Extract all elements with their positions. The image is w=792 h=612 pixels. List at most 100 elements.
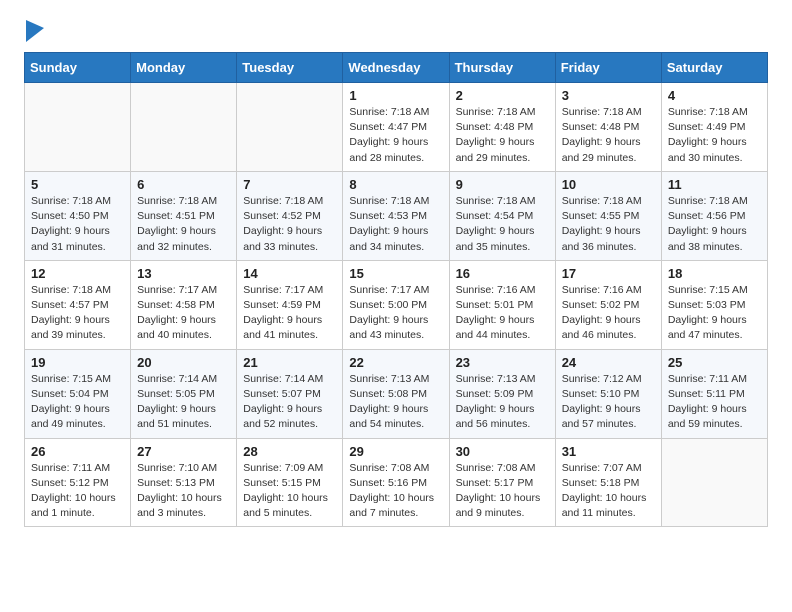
weekday-header: Wednesday: [343, 53, 449, 83]
day-info: Sunrise: 7:18 AM Sunset: 4:54 PM Dayligh…: [456, 194, 550, 255]
day-number: 4: [668, 88, 762, 103]
day-info: Sunrise: 7:15 AM Sunset: 5:03 PM Dayligh…: [668, 283, 762, 344]
day-info: Sunrise: 7:18 AM Sunset: 4:48 PM Dayligh…: [562, 105, 656, 166]
calendar-cell: 8Sunrise: 7:18 AM Sunset: 4:53 PM Daylig…: [343, 171, 449, 260]
day-number: 20: [137, 355, 231, 370]
day-number: 29: [349, 444, 443, 459]
calendar-week-row: 5 Sunrise: 7:18 AM Sunset: 4:50 PM Daylig…: [25, 171, 768, 260]
day-info: Sunrise: 7:11 AM Sunset: 5:12 PM Dayligh…: [31, 461, 125, 522]
calendar-cell: 27 Sunrise: 7:10 AM Sunset: 5:13 PM Dayli…: [131, 438, 237, 527]
day-number: 6: [137, 177, 231, 192]
day-info: Sunrise: 7:17 AM Sunset: 5:00 PM Dayligh…: [349, 283, 443, 344]
day-number: 25: [668, 355, 762, 370]
calendar-cell: 10 Sunrise: 7:18 AM Sunset: 4:55 PM Dayli…: [555, 171, 661, 260]
day-info: Sunrise: 7:18 AM Sunset: 4:50 PM Dayligh…: [31, 194, 125, 255]
weekday-header-row: SundayMondayTuesdayWednesdayThursdayFrid…: [25, 53, 768, 83]
day-number: 23: [456, 355, 550, 370]
calendar-cell: 31 Sunrise: 7:07 AM Sunset: 5:18 PM Dayli…: [555, 438, 661, 527]
day-info: Sunrise: 7:13 AM Sunset: 5:08 PM Dayligh…: [349, 372, 443, 433]
day-info: Sunrise: 7:13 AM Sunset: 5:09 PM Dayligh…: [456, 372, 550, 433]
day-info: Sunrise: 7:14 AM Sunset: 5:07 PM Dayligh…: [243, 372, 337, 433]
day-number: 17: [562, 266, 656, 281]
logo-icon: [26, 20, 44, 42]
day-number: 31: [562, 444, 656, 459]
calendar-cell: 23 Sunrise: 7:13 AM Sunset: 5:09 PM Dayli…: [449, 349, 555, 438]
day-number: 9: [456, 177, 550, 192]
calendar-cell: 17 Sunrise: 7:16 AM Sunset: 5:02 PM Dayli…: [555, 260, 661, 349]
calendar-cell: 13 Sunrise: 7:17 AM Sunset: 4:58 PM Dayli…: [131, 260, 237, 349]
day-info: Sunrise: 7:17 AM Sunset: 4:59 PM Dayligh…: [243, 283, 337, 344]
calendar-cell: 19Sunrise: 7:15 AM Sunset: 5:04 PM Dayli…: [25, 349, 131, 438]
calendar-cell: 5 Sunrise: 7:18 AM Sunset: 4:50 PM Daylig…: [25, 171, 131, 260]
day-info: Sunrise: 7:09 AM Sunset: 5:15 PM Dayligh…: [243, 461, 337, 522]
day-info: Sunrise: 7:08 AM Sunset: 5:17 PM Dayligh…: [456, 461, 550, 522]
day-info: Sunrise: 7:16 AM Sunset: 5:01 PM Dayligh…: [456, 283, 550, 344]
day-info: Sunrise: 7:17 AM Sunset: 4:58 PM Dayligh…: [137, 283, 231, 344]
calendar-cell: 6 Sunrise: 7:18 AM Sunset: 4:51 PM Daylig…: [131, 171, 237, 260]
day-info: Sunrise: 7:18 AM Sunset: 4:48 PM Dayligh…: [456, 105, 550, 166]
calendar-cell: [237, 83, 343, 172]
day-info: Sunrise: 7:18 AM Sunset: 4:55 PM Dayligh…: [562, 194, 656, 255]
day-number: 7: [243, 177, 337, 192]
day-number: 12: [31, 266, 125, 281]
calendar-cell: 20Sunrise: 7:14 AM Sunset: 5:05 PM Dayli…: [131, 349, 237, 438]
day-info: Sunrise: 7:12 AM Sunset: 5:10 PM Dayligh…: [562, 372, 656, 433]
day-number: 13: [137, 266, 231, 281]
weekday-header: Tuesday: [237, 53, 343, 83]
day-number: 30: [456, 444, 550, 459]
calendar-cell: 21 Sunrise: 7:14 AM Sunset: 5:07 PM Dayli…: [237, 349, 343, 438]
day-info: Sunrise: 7:11 AM Sunset: 5:11 PM Dayligh…: [668, 372, 762, 433]
day-info: Sunrise: 7:18 AM Sunset: 4:51 PM Dayligh…: [137, 194, 231, 255]
day-number: 26: [31, 444, 125, 459]
calendar-cell: 26 Sunrise: 7:11 AM Sunset: 5:12 PM Dayli…: [25, 438, 131, 527]
weekday-header: Monday: [131, 53, 237, 83]
calendar-cell: 30 Sunrise: 7:08 AM Sunset: 5:17 PM Dayli…: [449, 438, 555, 527]
calendar-cell: 7 Sunrise: 7:18 AM Sunset: 4:52 PM Daylig…: [237, 171, 343, 260]
day-number: 8: [349, 177, 443, 192]
calendar-cell: 16 Sunrise: 7:16 AM Sunset: 5:01 PM Dayli…: [449, 260, 555, 349]
day-number: 28: [243, 444, 337, 459]
calendar-cell: 28 Sunrise: 7:09 AM Sunset: 5:15 PM Dayli…: [237, 438, 343, 527]
day-number: 22: [349, 355, 443, 370]
calendar-cell: 29 Sunrise: 7:08 AM Sunset: 5:16 PM Dayli…: [343, 438, 449, 527]
calendar-week-row: 19Sunrise: 7:15 AM Sunset: 5:04 PM Dayli…: [25, 349, 768, 438]
calendar-week-row: 1Sunrise: 7:18 AM Sunset: 4:47 PM Daylig…: [25, 83, 768, 172]
day-number: 21: [243, 355, 337, 370]
weekday-header: Sunday: [25, 53, 131, 83]
calendar-cell: 2Sunrise: 7:18 AM Sunset: 4:48 PM Daylig…: [449, 83, 555, 172]
calendar-cell: 3Sunrise: 7:18 AM Sunset: 4:48 PM Daylig…: [555, 83, 661, 172]
calendar-cell: [131, 83, 237, 172]
day-number: 15: [349, 266, 443, 281]
weekday-header: Friday: [555, 53, 661, 83]
day-number: 14: [243, 266, 337, 281]
day-info: Sunrise: 7:18 AM Sunset: 4:49 PM Dayligh…: [668, 105, 762, 166]
calendar-cell: 25 Sunrise: 7:11 AM Sunset: 5:11 PM Dayli…: [661, 349, 767, 438]
calendar-week-row: 12 Sunrise: 7:18 AM Sunset: 4:57 PM Dayli…: [25, 260, 768, 349]
day-number: 5: [31, 177, 125, 192]
day-info: Sunrise: 7:16 AM Sunset: 5:02 PM Dayligh…: [562, 283, 656, 344]
day-info: Sunrise: 7:15 AM Sunset: 5:04 PM Dayligh…: [31, 372, 125, 433]
weekday-header: Thursday: [449, 53, 555, 83]
weekday-header: Saturday: [661, 53, 767, 83]
page: SundayMondayTuesdayWednesdayThursdayFrid…: [0, 0, 792, 547]
header: [24, 20, 768, 42]
calendar-cell: 22 Sunrise: 7:13 AM Sunset: 5:08 PM Dayli…: [343, 349, 449, 438]
day-number: 10: [562, 177, 656, 192]
day-number: 24: [562, 355, 656, 370]
calendar-cell: 11Sunrise: 7:18 AM Sunset: 4:56 PM Dayli…: [661, 171, 767, 260]
calendar-cell: [25, 83, 131, 172]
day-number: 11: [668, 177, 762, 192]
day-info: Sunrise: 7:07 AM Sunset: 5:18 PM Dayligh…: [562, 461, 656, 522]
calendar-cell: 24 Sunrise: 7:12 AM Sunset: 5:10 PM Dayli…: [555, 349, 661, 438]
calendar: SundayMondayTuesdayWednesdayThursdayFrid…: [24, 52, 768, 527]
day-info: Sunrise: 7:10 AM Sunset: 5:13 PM Dayligh…: [137, 461, 231, 522]
day-info: Sunrise: 7:18 AM Sunset: 4:52 PM Dayligh…: [243, 194, 337, 255]
day-info: Sunrise: 7:18 AM Sunset: 4:57 PM Dayligh…: [31, 283, 125, 344]
calendar-cell: 14 Sunrise: 7:17 AM Sunset: 4:59 PM Dayli…: [237, 260, 343, 349]
day-info: Sunrise: 7:08 AM Sunset: 5:16 PM Dayligh…: [349, 461, 443, 522]
logo: [24, 20, 44, 42]
day-number: 16: [456, 266, 550, 281]
day-info: Sunrise: 7:18 AM Sunset: 4:47 PM Dayligh…: [349, 105, 443, 166]
day-number: 27: [137, 444, 231, 459]
calendar-cell: 15 Sunrise: 7:17 AM Sunset: 5:00 PM Dayli…: [343, 260, 449, 349]
